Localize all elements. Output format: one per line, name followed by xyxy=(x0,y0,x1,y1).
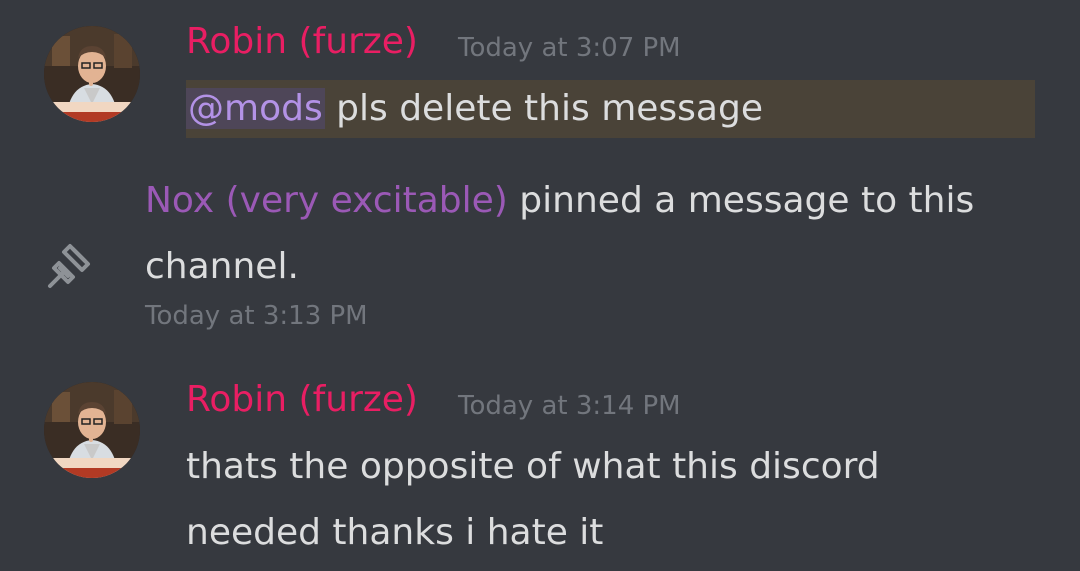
message-text-line1: thats the opposite of what this discord xyxy=(186,446,880,487)
message-1: Robin (furze) Today at 3:07 PM @mods pls… xyxy=(0,0,1080,150)
pin-actor-name[interactable]: Nox (very excitable) xyxy=(145,180,508,221)
message-content: @mods pls delete this message xyxy=(186,78,763,140)
pin-text-line2: channel. xyxy=(145,246,299,287)
pin-timestamp: Today at 3:13 PM xyxy=(145,301,368,331)
message-text: pls delete this message xyxy=(324,88,763,129)
avatar-image xyxy=(44,26,140,122)
avatar-image xyxy=(44,382,140,478)
author-name[interactable]: Robin (furze) xyxy=(186,20,418,64)
chat-messages: Robin (furze) Today at 3:07 PM @mods pls… xyxy=(0,0,1080,571)
pin-text-line1: pinned a message to this xyxy=(507,180,975,221)
avatar[interactable] xyxy=(44,382,140,478)
message-timestamp: Today at 3:14 PM xyxy=(458,391,681,421)
system-pin-message: Nox (very excitable) pinned a message to… xyxy=(0,170,1080,350)
message-3: Robin (furze) Today at 3:14 PM thats the… xyxy=(0,360,1080,571)
pin-icon xyxy=(48,244,90,288)
avatar[interactable] xyxy=(44,26,140,122)
author-name[interactable]: Robin (furze) xyxy=(186,378,418,422)
message-text-line2: needed thanks i hate it xyxy=(186,512,604,553)
message-timestamp: Today at 3:07 PM xyxy=(458,33,681,63)
system-message-content: Nox (very excitable) pinned a message to… xyxy=(145,170,974,232)
role-mention[interactable]: @mods xyxy=(186,88,325,129)
